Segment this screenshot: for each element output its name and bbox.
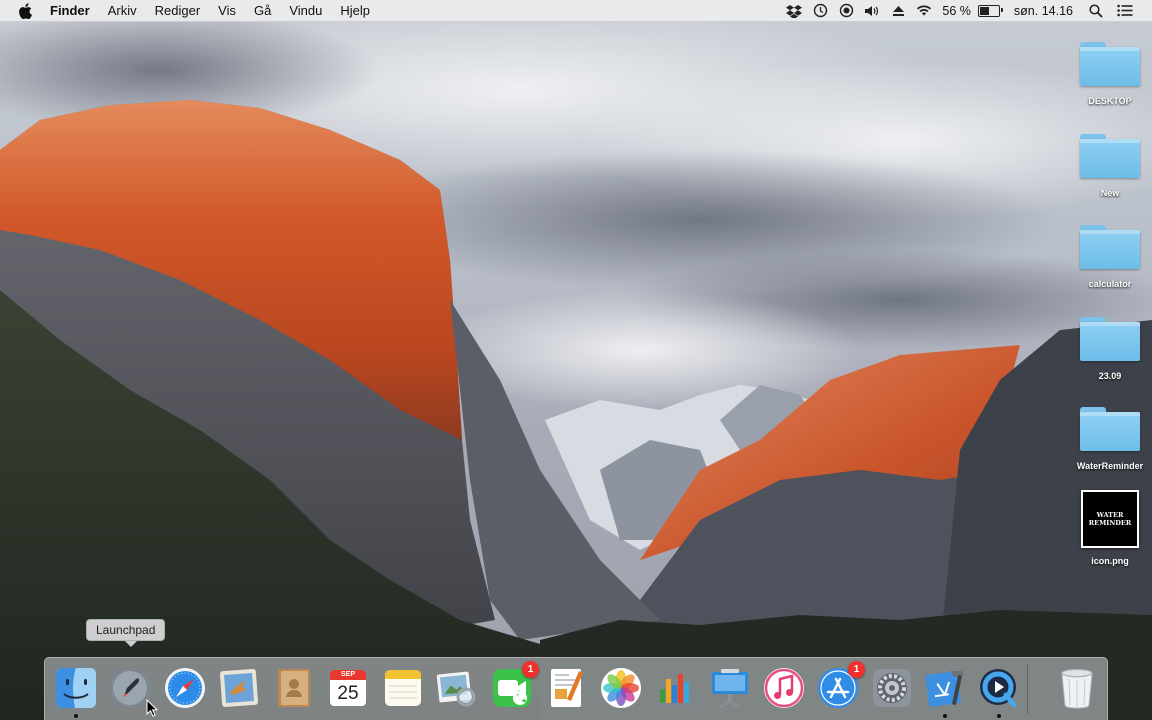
system-preferences-icon [873, 669, 911, 707]
running-indicator [74, 714, 78, 718]
desktop-item-label: DESKTOP [1088, 96, 1132, 106]
dock-xcode[interactable] [922, 665, 968, 718]
dock-trash[interactable] [1054, 665, 1100, 711]
dock-system-preferences[interactable] [869, 665, 915, 711]
dock-app-store[interactable]: 1 [815, 661, 865, 711]
xcode-icon [925, 671, 964, 707]
desktop-wallpaper [0, 0, 1152, 720]
dropbox-icon[interactable] [786, 3, 803, 19]
app-menu-finder[interactable]: Finder [46, 0, 99, 22]
desktop-folder-2309[interactable]: 23.09 [1060, 313, 1152, 381]
dock-finder[interactable] [53, 665, 99, 718]
running-indicator [997, 714, 1001, 718]
dock-keynote[interactable] [707, 665, 753, 711]
photos-icon [601, 668, 641, 708]
dock-preview[interactable] [434, 665, 480, 711]
pages-icon [551, 669, 583, 707]
menubar-clock[interactable]: søn. 14.16 [1014, 4, 1073, 18]
dock-mail[interactable] [216, 665, 262, 711]
spotlight-icon[interactable] [1088, 3, 1104, 19]
record-icon[interactable] [838, 3, 854, 19]
calendar-day: 25 [337, 683, 359, 704]
dock-calendar[interactable]: SEP 25 [325, 665, 371, 711]
desktop-item-label: 23.09 [1098, 371, 1122, 381]
numbers-icon [658, 674, 692, 706]
notification-badge: 1 [522, 661, 539, 678]
notification-badge: 1 [848, 661, 865, 678]
dock-safari[interactable] [162, 665, 208, 711]
eject-icon[interactable] [890, 3, 906, 19]
quicktime-icon [980, 669, 1017, 708]
dock: SEP 25 1 1 [44, 657, 1108, 720]
menu-rediger[interactable]: Rediger [146, 0, 210, 22]
dock-pages[interactable] [543, 665, 589, 711]
finder-icon [56, 668, 96, 708]
desktop-item-label: icon.png [1091, 556, 1129, 566]
desktop-file-icon-png[interactable]: WATER REMINDER icon.png [1060, 490, 1152, 566]
notification-center-icon[interactable] [1117, 3, 1133, 19]
volume-icon[interactable] [864, 3, 880, 19]
battery-icon[interactable] [977, 4, 1003, 17]
battery-percent[interactable]: 56 % [942, 4, 971, 18]
notes-icon [385, 670, 421, 706]
dock-contacts[interactable] [271, 665, 317, 711]
desktop-folder-waterreminder[interactable]: WaterReminder [1060, 403, 1152, 471]
keynote-icon [712, 669, 748, 708]
menu-hjelp[interactable]: Hjelp [331, 0, 379, 22]
image-thumbnail: WATER REMINDER [1081, 490, 1139, 548]
trash-icon [1061, 669, 1093, 709]
desktop-folder-desktop[interactable]: DESKTOP [1060, 38, 1152, 106]
running-indicator [943, 714, 947, 718]
folder-icon [1080, 403, 1140, 453]
calendar-month: SEP [340, 671, 355, 678]
safari-icon [165, 668, 205, 708]
folder-icon [1080, 130, 1140, 180]
dock-numbers[interactable] [652, 665, 698, 711]
contacts-icon [278, 669, 310, 707]
menu-ga[interactable]: Gå [245, 0, 280, 22]
menu-vis[interactable]: Vis [209, 0, 245, 22]
desktop-item-label: calculator [1088, 279, 1132, 289]
dock-photos[interactable] [598, 665, 644, 711]
mouse-cursor [146, 699, 158, 717]
desktop-folder-calculator[interactable]: calculator [1060, 221, 1152, 289]
menu-bar: Finder Arkiv Rediger Vis Gå Vindu Hjelp … [0, 0, 1152, 22]
preview-icon [436, 671, 476, 707]
desktop-item-label: WaterReminder [1076, 461, 1144, 471]
wifi-icon[interactable] [916, 3, 932, 19]
desktop-item-label: New [1100, 188, 1120, 198]
dock-separator [1027, 664, 1028, 714]
folder-icon [1080, 38, 1140, 88]
dock-itunes[interactable] [761, 665, 807, 711]
apple-menu-icon[interactable] [18, 2, 34, 19]
menu-vindu[interactable]: Vindu [280, 0, 331, 22]
mail-icon [219, 668, 259, 708]
dock-facetime[interactable]: 1 [489, 661, 539, 711]
dock-quicktime[interactable] [976, 665, 1022, 718]
thumbnail-text: WATER REMINDER [1088, 511, 1132, 527]
dock-notes[interactable] [380, 665, 426, 711]
folder-icon [1080, 221, 1140, 271]
desktop-folder-new[interactable]: New [1060, 130, 1152, 198]
itunes-icon [764, 668, 804, 708]
menu-arkiv[interactable]: Arkiv [99, 0, 146, 22]
folder-icon [1080, 313, 1140, 363]
time-machine-icon[interactable] [812, 3, 828, 19]
dock-tooltip: Launchpad [86, 619, 166, 647]
